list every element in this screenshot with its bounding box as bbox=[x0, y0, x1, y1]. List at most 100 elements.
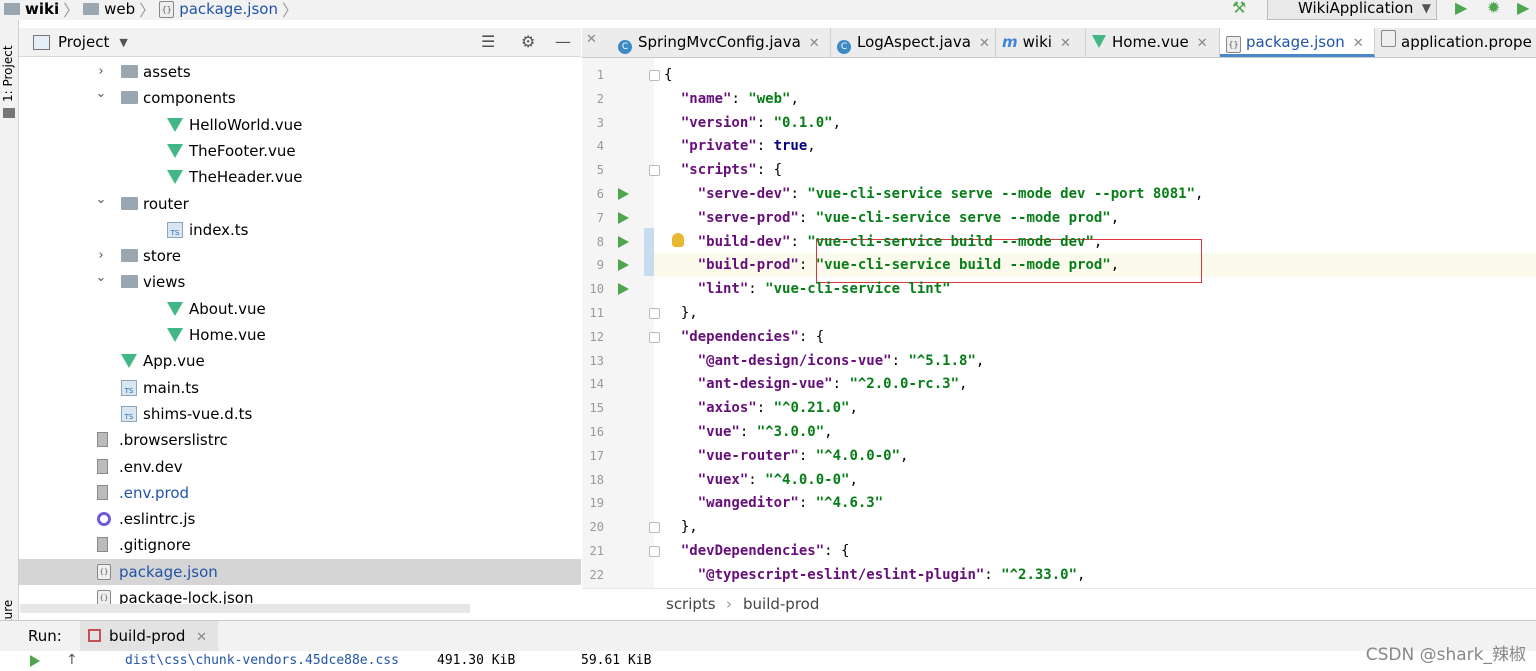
line-number: 18 bbox=[589, 472, 604, 487]
project-folder-icon bbox=[4, 3, 20, 15]
project-horizontal-scrollbar[interactable] bbox=[20, 604, 470, 613]
run-config-selector[interactable]: WikiApplication ▼ bbox=[1267, 0, 1437, 20]
tree-item[interactable]: .env.dev bbox=[19, 454, 581, 480]
code-line: "serve-prod": "vue-cli-service serve --m… bbox=[697, 209, 1120, 226]
tree-item-label: index.ts bbox=[189, 220, 249, 239]
project-tool-button[interactable]: 1: Project bbox=[1, 45, 15, 102]
tab-wiki[interactable]: m wiki ✕ bbox=[996, 28, 1086, 57]
tree-item[interactable]: App.vue bbox=[19, 348, 581, 374]
tree-item-label: About.vue bbox=[189, 299, 266, 318]
code-line: "vuex": "^4.0.0-0", bbox=[697, 471, 858, 488]
file-file-icon bbox=[97, 537, 108, 553]
tree-item[interactable]: {} package.json bbox=[19, 558, 581, 585]
tree-item[interactable]: TS main.ts bbox=[19, 375, 581, 401]
line-number: 11 bbox=[589, 306, 604, 320]
fold-icon[interactable] bbox=[649, 308, 660, 319]
code-line: "vue": "^3.0.0", bbox=[697, 424, 833, 440]
close-icon[interactable]: ✕ bbox=[1060, 36, 1071, 51]
tree-item[interactable]: .env.prod bbox=[19, 480, 581, 506]
run-script-icon[interactable] bbox=[618, 259, 629, 272]
class-icon: C bbox=[837, 40, 851, 54]
console-gzip-size: 59.61 KiB bbox=[581, 653, 652, 668]
chevron-down-icon[interactable]: ⌄ bbox=[95, 81, 107, 107]
close-icon[interactable]: ✕ bbox=[809, 36, 820, 51]
tree-item[interactable]: ⌄ router bbox=[19, 191, 581, 217]
json-file-icon: {} bbox=[159, 0, 175, 18]
code-line: "name": "web", bbox=[680, 90, 799, 107]
breadcrumb-file[interactable]: package.json bbox=[179, 0, 278, 18]
coverage-icon[interactable]: ▶ bbox=[1517, 0, 1529, 17]
close-icon[interactable]: ✕ bbox=[586, 32, 597, 47]
fold-icon[interactable] bbox=[649, 165, 660, 177]
editor-breadcrumb-build-prod[interactable]: build-prod bbox=[743, 595, 819, 613]
vue-file-icon bbox=[167, 328, 183, 342]
tree-item[interactable]: ⌄ views bbox=[19, 269, 581, 295]
console-file-path[interactable]: dist\css\chunk-vendors.45dce88e.css bbox=[125, 653, 399, 668]
arrow-up-icon[interactable]: ↑ bbox=[66, 652, 78, 668]
code-line: "build-dev": "vue-cli-service build --mo… bbox=[697, 233, 1103, 250]
tree-item[interactable]: Home.vue bbox=[19, 322, 581, 348]
tree-item[interactable]: HelloWorld.vue bbox=[19, 112, 581, 138]
close-icon[interactable]: ✕ bbox=[196, 630, 207, 645]
debug-icon[interactable]: ✹ bbox=[1487, 0, 1500, 17]
tab-package-json[interactable]: {} package.json ✕ bbox=[1220, 28, 1375, 57]
build-hammer-icon[interactable]: ⚒ bbox=[1232, 0, 1246, 17]
close-icon[interactable]: ✕ bbox=[979, 36, 990, 51]
tab-label: wiki bbox=[1022, 33, 1052, 51]
rerun-icon[interactable] bbox=[30, 655, 40, 667]
folder-icon bbox=[83, 3, 100, 15]
vue-icon bbox=[1092, 35, 1106, 48]
tree-item[interactable]: .browserslistrc bbox=[19, 427, 581, 453]
tree-item[interactable]: ⌄ components bbox=[19, 85, 581, 111]
tree-item[interactable]: TheFooter.vue bbox=[19, 138, 581, 164]
vue-file-icon bbox=[121, 354, 137, 369]
tree-item[interactable]: About.vue bbox=[19, 296, 581, 322]
code-line: "@typescript-eslint/eslint-plugin": "^2.… bbox=[697, 566, 1086, 583]
project-panel-title: Project bbox=[58, 33, 110, 51]
run-script-icon[interactable] bbox=[618, 188, 629, 200]
line-number: 8 bbox=[596, 234, 604, 249]
tab-logaspect-java[interactable]: C LogAspect.java ✕ bbox=[831, 28, 996, 57]
tree-item[interactable]: TS index.ts bbox=[19, 217, 581, 243]
breadcrumb-root[interactable]: wiki bbox=[25, 0, 59, 18]
run-script-icon[interactable] bbox=[618, 211, 629, 224]
run-label: Run: bbox=[28, 627, 62, 645]
code-line: "dependencies": { bbox=[680, 328, 825, 345]
navigation-bar: wiki 〉 web 〉 {} package.json 〉 ⚒ WikiApp… bbox=[0, 0, 1536, 20]
gear-icon[interactable]: ⚙ bbox=[521, 32, 535, 51]
code-line: "wangeditor": "^4.6.3" bbox=[697, 495, 884, 512]
run-script-icon[interactable] bbox=[618, 235, 629, 248]
fold-icon[interactable] bbox=[649, 546, 660, 557]
tree-item[interactable]: TS shims-vue.d.ts bbox=[19, 401, 581, 427]
run-tab-build-prod[interactable]: build-prod ✕ bbox=[80, 621, 218, 651]
class-icon: C bbox=[618, 40, 632, 54]
run-script-icon[interactable] bbox=[618, 283, 629, 296]
fold-icon[interactable] bbox=[649, 70, 660, 81]
close-icon[interactable]: ✕ bbox=[1197, 36, 1208, 51]
tab-springmvcconfig-java[interactable]: C SpringMvcConfig.java ✕ bbox=[612, 28, 831, 57]
run-icon[interactable]: ▶ bbox=[1455, 0, 1467, 17]
run-panel-header: Run: build-prod ✕ bbox=[0, 620, 1536, 651]
folder-file-icon bbox=[121, 91, 138, 105]
close-icon[interactable]: ✕ bbox=[1353, 36, 1364, 51]
tree-item-label: views bbox=[143, 273, 186, 292]
project-view-selector[interactable]: Project ▼ bbox=[33, 33, 128, 51]
tree-item[interactable]: .gitignore bbox=[19, 532, 581, 558]
tab-application-prope[interactable]: application.prope bbox=[1375, 28, 1536, 57]
fold-icon[interactable] bbox=[649, 331, 660, 343]
code-line: "build-prod": "vue-cli-service build --m… bbox=[697, 257, 1120, 274]
chevron-down-icon[interactable]: ⌄ bbox=[95, 187, 107, 213]
run-console[interactable]: ↑ dist\css\chunk-vendors.45dce88e.css 49… bbox=[0, 651, 1536, 671]
collapse-all-icon[interactable]: ☰ bbox=[481, 32, 495, 51]
line-number: 22 bbox=[589, 567, 604, 582]
tab-home-vue[interactable]: Home.vue ✕ bbox=[1086, 28, 1220, 57]
project-icon bbox=[33, 34, 50, 50]
minimize-icon[interactable]: — bbox=[555, 32, 571, 51]
chevron-down-icon[interactable]: ⌄ bbox=[95, 265, 107, 291]
fold-icon[interactable] bbox=[649, 522, 660, 534]
editor-breadcrumb-scripts[interactable]: scripts bbox=[666, 595, 716, 613]
code-editor[interactable]: 1 2 3 4 5 6 7 8 9 10 11 12 13 14 15 16 17 18 19 20 21 22 { "n… bbox=[582, 58, 1536, 588]
breadcrumb-folder[interactable]: web bbox=[104, 0, 135, 18]
tree-item[interactable]: .eslintrc.js bbox=[19, 506, 581, 532]
vue-file-icon bbox=[167, 170, 183, 185]
